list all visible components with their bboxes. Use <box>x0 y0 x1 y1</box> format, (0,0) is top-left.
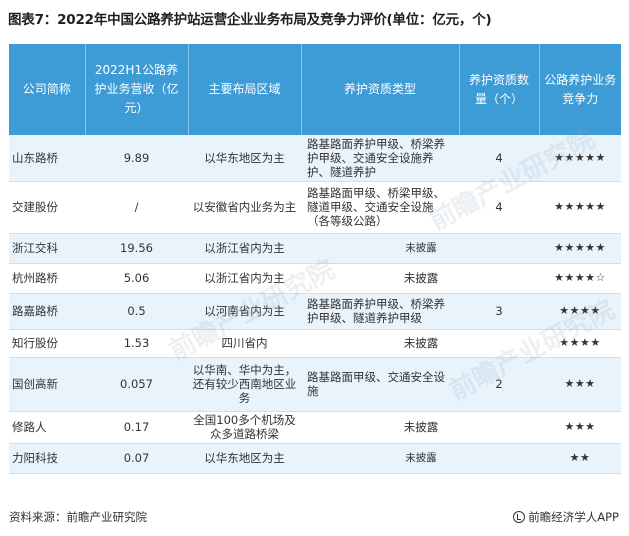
company-table: 公司简称 2022H1公路养护业务营收（亿元） 主要布局区域 养护资质类型 养护… <box>9 44 621 474</box>
region-value: 四川省内 <box>188 329 301 358</box>
revenue-value: 19.56 <box>85 233 188 264</box>
region-value: 全国100多个机场及众多道路桥梁 <box>188 411 301 444</box>
table-row: 知行股份 1.53 四川省内 未披露 ★★★★ <box>9 329 621 358</box>
qualification-count: 4 <box>459 135 539 182</box>
rating-stars: ★★★ <box>539 411 621 444</box>
revenue-value: 5.06 <box>85 263 188 294</box>
table-row: 山东路桥 9.89 以华东地区为主 路基路面养护甲级、桥梁养护甲级、交通安全设施… <box>9 135 621 182</box>
company-name: 交建股份 <box>9 181 85 234</box>
chart-title: 图表7：2022年中国公路养护站运营企业业务布局及竞争力评价(单位：亿元，个) <box>8 12 492 28</box>
region-value: 以安徽省内业务为主 <box>188 181 301 234</box>
header-competitiveness: 公路养护业务竞争力 <box>539 44 621 135</box>
brand-credit: 前瞻经济学人APP <box>513 509 619 525</box>
company-name: 力阳科技 <box>9 443 85 474</box>
header-qualification-type: 养护资质类型 <box>301 44 460 135</box>
qualification-count: 4 <box>459 181 539 234</box>
company-name: 杭州路桥 <box>9 263 85 294</box>
table-row: 杭州路桥 5.06 以浙江省内为主 未披露 ★★★★☆ <box>9 263 621 294</box>
qualification-value: 路基路面养护甲级、桥梁养护甲级、交通安全设施养护、隧道养护 <box>301 135 459 182</box>
rating-stars: ★★★ <box>539 357 621 412</box>
qualification-value: 未披露 <box>301 329 539 358</box>
company-name: 路嘉路桥 <box>9 293 85 330</box>
table-row: 国创高新 0.057 以华南、华中为主，还有较少西南地区业务 路基路面甲级、交通… <box>9 357 621 412</box>
qualification-value: 路基路面养护甲级、桥梁养护甲级、隧道养护甲级 <box>301 293 459 330</box>
rating-stars: ★★★★★ <box>539 233 621 264</box>
qualification-count: 3 <box>459 293 539 330</box>
qualification-value: 未披露 <box>301 263 539 294</box>
rating-stars: ★★★★ <box>539 329 621 358</box>
revenue-value: 0.5 <box>85 293 188 330</box>
revenue-value: 0.07 <box>85 443 188 474</box>
revenue-value: 9.89 <box>85 135 188 182</box>
table-header-row: 公司简称 2022H1公路养护业务营收（亿元） 主要布局区域 养护资质类型 养护… <box>9 44 621 135</box>
company-name: 修路人 <box>9 411 85 444</box>
header-qualification-count: 养护资质数量（个） <box>459 44 540 135</box>
qualification-value: 未披露 <box>301 233 539 264</box>
company-name: 知行股份 <box>9 329 85 358</box>
source-note: 资料来源：前瞻产业研究院 <box>9 510 147 524</box>
header-revenue: 2022H1公路养护业务营收（亿元） <box>85 44 189 135</box>
header-region: 主要布局区域 <box>188 44 302 135</box>
qualification-value: 路基路面甲级、交通安全设施 <box>301 357 459 412</box>
revenue-value: 1.53 <box>85 329 188 358</box>
qualification-value: 未披露 <box>301 443 539 474</box>
revenue-value: 0.17 <box>85 411 188 444</box>
rating-stars: ★★★★ <box>539 293 621 330</box>
table-row: 力阳科技 0.07 以华东地区为主 未披露 ★★ <box>9 443 621 474</box>
rating-stars: ★★ <box>539 443 621 474</box>
region-value: 以华东地区为主 <box>188 443 301 474</box>
qualification-count: 2 <box>459 357 539 412</box>
rating-stars: ★★★★☆ <box>539 263 621 294</box>
revenue-value: / <box>85 181 188 234</box>
rating-stars: ★★★★★ <box>539 181 621 234</box>
qualification-value: 未披露 <box>301 411 539 444</box>
table-row: 修路人 0.17 全国100多个机场及众多道路桥梁 未披露 ★★★ <box>9 411 621 444</box>
table-row: 路嘉路桥 0.5 以河南省内为主 路基路面养护甲级、桥梁养护甲级、隧道养护甲级 … <box>9 293 621 330</box>
revenue-value: 0.057 <box>85 357 188 412</box>
region-value: 以河南省内为主 <box>188 293 301 330</box>
header-company: 公司简称 <box>9 44 86 135</box>
rating-stars: ★★★★★ <box>539 135 621 182</box>
company-name: 山东路桥 <box>9 135 85 182</box>
evaluation-table: 公司简称 2022H1公路养护业务营收（亿元） 主要布局区域 养护资质类型 养护… <box>9 44 621 474</box>
brand-name: 前瞻经济学人APP <box>528 510 619 524</box>
qianzhan-logo-icon <box>513 511 526 523</box>
table-row: 浙江交科 19.56 以浙江省内为主 未披露 ★★★★★ <box>9 233 621 264</box>
region-value: 以浙江省内为主 <box>188 263 301 294</box>
qualification-value: 路基路面甲级、桥梁甲级、隧道甲级、交通安全设施（各等级公路） <box>301 181 459 234</box>
table-row: 交建股份 / 以安徽省内业务为主 路基路面甲级、桥梁甲级、隧道甲级、交通安全设施… <box>9 181 621 234</box>
company-name: 国创高新 <box>9 357 85 412</box>
region-value: 以华东地区为主 <box>188 135 301 182</box>
company-name: 浙江交科 <box>9 233 85 264</box>
region-value: 以华南、华中为主，还有较少西南地区业务 <box>188 357 301 412</box>
region-value: 以浙江省内为主 <box>188 233 301 264</box>
